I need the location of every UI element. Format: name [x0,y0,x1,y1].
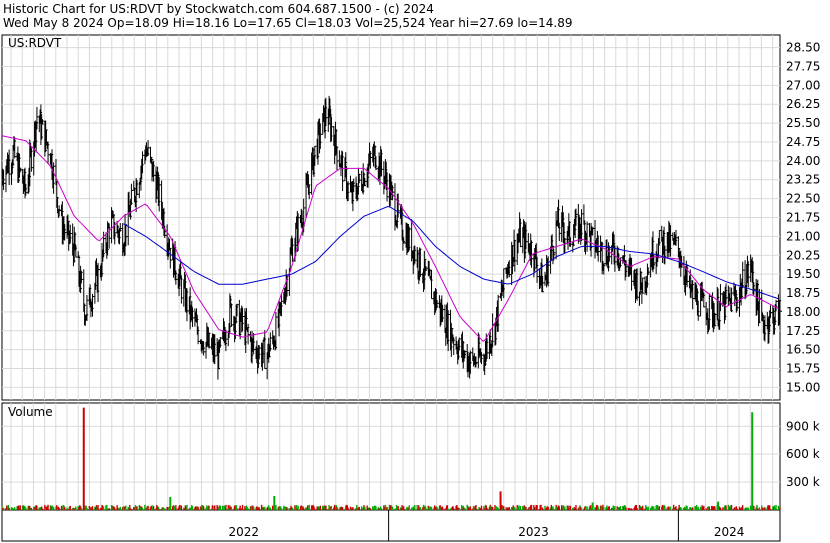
volume-tick-label: 600 k [786,447,820,461]
price-tick-label: 21.75 [786,211,820,225]
chart-svg: 28.50 27.75 27.00 26.25 25.50 24.75 24.00 23.25… [1,34,820,542]
stock-chart: Historic Chart for US:RDVT by Stockwatch… [0,0,830,543]
volume-panel-title: Volume [8,405,53,419]
price-tick-label: 25.50 [786,116,820,130]
price-panel-title: US:RDVT [8,36,62,50]
volume-tick-label: 900 k [786,419,820,433]
price-tick-label: 27.00 [786,78,820,92]
volume-tick-label: 300 k [786,475,820,489]
price-tick-label: 27.75 [786,59,820,73]
price-tick-label: 22.50 [786,192,820,206]
price-tick-label: 28.50 [786,41,820,55]
price-tick-label: 23.25 [786,173,820,187]
price-tick-label: 21.00 [786,229,820,243]
price-tick-label: 18.00 [786,305,820,319]
year-label: 2023 [518,525,549,539]
price-tick-label: 20.25 [786,248,820,262]
year-label: 2024 [714,525,745,539]
date-axis-frame [1,509,781,542]
price-tick-label: 18.75 [786,286,820,300]
price-tick-label: 16.50 [786,343,820,357]
price-tick-label: 24.75 [786,135,820,149]
year-label: 2022 [228,525,259,539]
price-tick-label: 26.25 [786,97,820,111]
price-tick-label: 17.25 [786,324,820,338]
price-tick-label: 24.00 [786,154,820,168]
price-tick-label: 19.50 [786,267,820,281]
price-tick-label: 15.00 [786,380,820,394]
price-tick-label: 15.75 [786,362,820,376]
volume-panel-frame [1,402,781,511]
